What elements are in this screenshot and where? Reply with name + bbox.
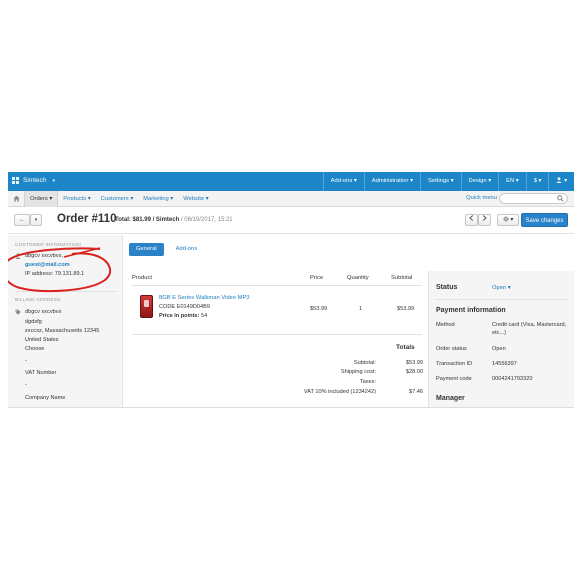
top-menu: Add-ons ▾ Administration ▾ Settings ▾ De…	[322, 172, 574, 191]
method-value: Credit card (Visa, Mastercard, etc...)	[492, 322, 567, 336]
chevron-down-icon: ▾	[52, 177, 55, 184]
product-code: CODE E0149D04B9	[159, 304, 210, 310]
customer-info-heading: CUSTOMER INFORMATION	[15, 243, 81, 248]
manager-heading: Manager	[436, 395, 465, 402]
column-price: Price	[310, 275, 324, 281]
payment-code-value: 0004241793320	[492, 376, 533, 382]
menu-currency[interactable]: $ ▾	[525, 172, 549, 191]
nav-products[interactable]: Products ▾	[58, 191, 95, 207]
billing-state: Choose	[25, 346, 45, 352]
tab-general[interactable]: General	[129, 243, 164, 256]
save-changes-button[interactable]: Save changes	[521, 213, 568, 227]
menu-design[interactable]: Design ▾	[460, 172, 499, 191]
menu-settings[interactable]: Settings ▾	[420, 172, 460, 191]
order-info-panel: Status Open ▾ Payment information Method…	[428, 271, 574, 408]
divider	[132, 285, 422, 286]
settings-button[interactable]: ▾	[497, 214, 519, 226]
back-menu-button[interactable]: ▾	[30, 214, 42, 226]
tag-icon	[15, 309, 21, 315]
company-name-label: Company Name	[25, 395, 66, 401]
divider	[8, 407, 574, 408]
chevron-left-icon	[469, 215, 474, 221]
previous-order-button[interactable]	[465, 214, 478, 226]
status-dropdown[interactable]: Open ▾	[492, 285, 511, 291]
column-product: Product	[132, 275, 152, 281]
next-order-button[interactable]	[478, 214, 491, 226]
search-icon	[557, 195, 564, 202]
admin-window: Simtech ▾ Add-ons ▾ Administration ▾ Set…	[8, 172, 574, 408]
column-quantity: Quantity	[347, 275, 369, 281]
status-heading: Status	[436, 284, 458, 291]
menu-user[interactable]: ▾	[548, 172, 574, 191]
payment-code-label: Payment code	[436, 376, 472, 382]
billing-address-heading: BILLING ADDRESS	[15, 298, 61, 303]
billing-name: dbgcv xxcvbvx	[25, 309, 62, 315]
billing-country: United States	[25, 337, 59, 343]
search-input[interactable]	[499, 193, 568, 204]
store-name: Simtech	[23, 177, 47, 184]
quick-menu-link[interactable]: Quick menu	[466, 195, 497, 201]
page-title: Order #110	[57, 213, 117, 225]
chevron-right-icon	[482, 215, 487, 221]
nav-customers[interactable]: Customers ▾	[96, 191, 139, 207]
main-nav: Orders ▾ Products ▾ Customers ▾ Marketin…	[8, 191, 574, 207]
order-status-label: Order status	[436, 346, 467, 352]
order-total: Total: $81.99 / Simtech	[115, 217, 180, 223]
order-date: / 06/19/2017, 15:21	[179, 217, 233, 223]
product-subtotal: $53.99	[397, 306, 415, 312]
totals-heading: Totals	[396, 344, 415, 351]
user-icon	[556, 177, 562, 183]
menu-addons[interactable]: Add-ons ▾	[322, 172, 364, 191]
order-status-value: Open	[492, 346, 506, 352]
menu-administration[interactable]: Administration ▾	[363, 172, 420, 191]
store-switcher[interactable]: Simtech ▾	[12, 177, 55, 184]
column-subtotal: Subtotal	[391, 275, 413, 281]
divider	[132, 334, 422, 335]
billing-address-line2: zxccxz, Massachusetts 12345	[25, 328, 100, 334]
billing-address-line1: dgdsfg	[25, 319, 42, 325]
customer-sidebar: CUSTOMER INFORMATION dbgcv xxcvbvx, gues…	[8, 235, 123, 408]
customer-email-link[interactable]: guest@mail.com	[25, 262, 70, 268]
divider	[15, 291, 116, 292]
product-points: Price in points: 54	[159, 313, 208, 319]
order-meta: Total: $81.99 / Simtech / 06/19/2017, 15…	[115, 217, 233, 223]
tab-addons[interactable]: Add-ons	[169, 243, 205, 256]
customer-name: dbgcv xxcvbvx,	[25, 253, 63, 259]
transaction-id-value: 14556397	[492, 361, 517, 367]
product-name-link[interactable]: 8GB E Series Walkman Video MP3	[159, 295, 250, 301]
nav-website[interactable]: Website ▾	[178, 191, 213, 207]
product-quantity: 1	[359, 306, 363, 312]
user-icon	[15, 253, 21, 259]
vat-number-label: VAT Number	[25, 370, 57, 376]
order-tabs: General Add-ons	[129, 243, 204, 256]
menu-language[interactable]: EN ▾	[498, 172, 526, 191]
nav-orders[interactable]: Orders ▾	[24, 191, 59, 207]
order-title-bar: ← ▾ Order #110 Total: $81.99 / Simtech /…	[8, 207, 574, 234]
back-button[interactable]: ←	[14, 214, 30, 226]
grid-icon	[12, 177, 19, 184]
gear-icon	[503, 216, 509, 222]
billing-empty-value: -	[25, 358, 27, 364]
product-thumbnail[interactable]	[140, 295, 153, 318]
method-label: Method	[436, 322, 455, 328]
transaction-id-label: Transaction ID	[436, 361, 473, 367]
product-price: $53.99	[310, 306, 328, 312]
nav-marketing[interactable]: Marketing ▾	[138, 191, 178, 207]
top-bar: Simtech ▾ Add-ons ▾ Administration ▾ Set…	[8, 172, 574, 191]
customer-ip: IP address: 79.131.89.1	[25, 271, 85, 277]
home-icon[interactable]	[13, 195, 20, 202]
divider	[436, 299, 568, 300]
vat-number-value: -	[25, 382, 27, 388]
payment-info-heading: Payment information	[436, 307, 506, 314]
